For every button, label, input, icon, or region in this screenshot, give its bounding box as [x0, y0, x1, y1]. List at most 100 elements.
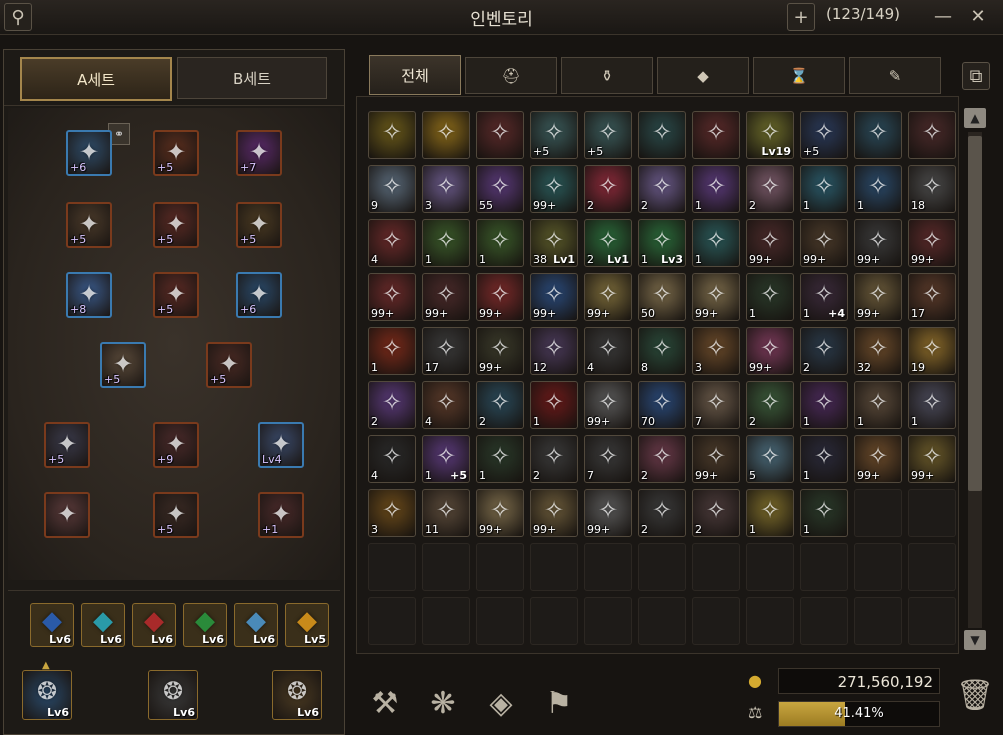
inventory-item[interactable]: ✧ 1 Lv3 [638, 219, 686, 267]
inventory-item[interactable]: ✧ 50 [638, 273, 686, 321]
equip-slot-ring-left[interactable]: ✦ +5 [153, 492, 199, 538]
inventory-item[interactable]: ✧ 2 [692, 489, 740, 537]
inventory-item[interactable]: ✧ 1 [800, 435, 848, 483]
tab-time[interactable]: ⌛ [753, 57, 845, 94]
inventory-item[interactable]: ✧ 3 [422, 165, 470, 213]
equip-slot-weapon[interactable]: ✦ +5 [66, 202, 112, 248]
tab-equipment[interactable]: ⛑ [465, 57, 557, 94]
inventory-item[interactable]: ✧ 2 [638, 489, 686, 537]
inventory-item[interactable]: ✧ 18 [908, 165, 956, 213]
inventory-item[interactable]: ✧ 99+ [908, 219, 956, 267]
gem-slot-aquamarine[interactable]: ◆ Lv6 [81, 603, 125, 647]
scroll-thumb[interactable] [968, 136, 982, 491]
inventory-item[interactable]: ✧ 4 [368, 219, 416, 267]
equip-slot-pants[interactable]: ✦ +5 [153, 272, 199, 318]
inventory-item[interactable]: ✧ +5 [584, 111, 632, 159]
inventory-item[interactable]: ✧ 1 [800, 489, 848, 537]
inventory-item[interactable]: ✧ 7 [692, 381, 740, 429]
inventory-item[interactable]: ✧ 1 [368, 327, 416, 375]
tab-misc[interactable]: ✎ [849, 57, 941, 94]
inventory-item[interactable]: ✧ 99+ [476, 327, 524, 375]
inventory-item[interactable]: ✧ 17 [422, 327, 470, 375]
inventory-item[interactable]: ✧ 99+ [854, 219, 902, 267]
dismantle-icon[interactable]: ❋ [420, 680, 466, 726]
inventory-item[interactable]: ✧ 99+ [854, 435, 902, 483]
inventory-item[interactable]: ✧ 1 [854, 165, 902, 213]
artifact-slot-chain[interactable]: ❂ Lv6 [22, 670, 72, 720]
craft-icon[interactable]: ◈ [478, 680, 524, 726]
inventory-item[interactable]: ✧ 99+ [422, 273, 470, 321]
gem-slot-sapphire[interactable]: ◆ Lv6 [30, 603, 74, 647]
inventory-item[interactable]: ✧ 99+ [476, 273, 524, 321]
inventory-item[interactable]: ✧ 1 +4 [800, 273, 848, 321]
equip-slot-necklace[interactable]: ✦ +5 [44, 422, 90, 468]
inventory-item[interactable]: ✧ [368, 111, 416, 159]
plus-icon[interactable]: + [787, 3, 815, 31]
inventory-item[interactable]: ✧ 99+ [800, 219, 848, 267]
inventory-item[interactable]: ✧ 99+ [530, 165, 578, 213]
close-icon[interactable]: ✕ [965, 3, 991, 29]
inventory-item[interactable]: ✧ 1 [854, 381, 902, 429]
inventory-item[interactable]: ✧ 99+ [530, 489, 578, 537]
inventory-item[interactable]: ✧ 12 [530, 327, 578, 375]
gem-slot-topaz[interactable]: ◆ Lv5 [285, 603, 329, 647]
inventory-item[interactable]: ✧ 4 [368, 435, 416, 483]
equip-slot-boots[interactable]: ✦ +6 [236, 272, 282, 318]
scroll-down-icon[interactable]: ▼ [964, 630, 986, 650]
equip-slot-earring[interactable]: ✦ +9 [153, 422, 199, 468]
inventory-item[interactable]: ✧ 1 [746, 489, 794, 537]
inventory-item[interactable]: ✧ 2 [638, 435, 686, 483]
inventory-item[interactable]: ✧ 4 [584, 327, 632, 375]
artifact-slot-bell[interactable]: ❂ Lv6 [148, 670, 198, 720]
equip-slot-belt[interactable]: ✦ +5 [100, 342, 146, 388]
inventory-item[interactable]: ✧ 4 [422, 381, 470, 429]
inventory-item[interactable]: ✧ Lv19 [746, 111, 794, 159]
inventory-item[interactable]: ✧ +5 [800, 111, 848, 159]
inventory-item[interactable]: ✧ [854, 111, 902, 159]
inventory-item[interactable]: ✧ 1 [800, 165, 848, 213]
equip-slot-relic[interactable]: ✦ +5 [206, 342, 252, 388]
inventory-item[interactable]: ✧ 1 [800, 381, 848, 429]
inventory-item[interactable]: ✧ [422, 111, 470, 159]
inventory-item[interactable]: ✧ 19 [908, 327, 956, 375]
tab-material[interactable]: ◆ [657, 57, 749, 94]
equip-slot-bracelet[interactable]: ✦ Lv4 [258, 422, 304, 468]
inventory-item[interactable]: ✧ 2 [584, 165, 632, 213]
inventory-item[interactable]: ✧ 11 [422, 489, 470, 537]
inventory-item[interactable]: ✧ 99+ [692, 273, 740, 321]
inventory-item[interactable]: ✧ [476, 111, 524, 159]
inventory-item[interactable]: ✧ 2 [530, 435, 578, 483]
inventory-item[interactable]: ✧ 55 [476, 165, 524, 213]
gem-slot-opal[interactable]: ◆ Lv6 [234, 603, 278, 647]
equip-slot-gloves[interactable]: ✦ +5 [236, 202, 282, 248]
inventory-item[interactable]: ✧ 2 [800, 327, 848, 375]
storage-icon[interactable]: ⚑ [536, 680, 582, 726]
inventory-item[interactable]: ✧ 99+ [530, 273, 578, 321]
inventory-item[interactable]: ✧ [692, 111, 740, 159]
equip-slot-ring-wing[interactable]: ✦ [44, 492, 90, 538]
inventory-item[interactable]: ✧ 1 [530, 381, 578, 429]
tab-set-b[interactable]: B세트 [177, 57, 327, 99]
inventory-item[interactable]: ✧ 99+ [746, 327, 794, 375]
inventory-item[interactable]: ✧ 1 [476, 219, 524, 267]
inventory-item[interactable]: ✧ 99+ [584, 489, 632, 537]
inventory-item[interactable]: ✧ 99+ [584, 273, 632, 321]
inventory-item[interactable]: ✧ 1 [692, 219, 740, 267]
minimize-icon[interactable]: — [930, 3, 956, 29]
anvil-icon[interactable]: ⚒ [362, 680, 408, 726]
inventory-item[interactable]: ✧ 3 [692, 327, 740, 375]
inventory-item[interactable]: ✧ 1 [908, 381, 956, 429]
equip-slot-helmet[interactable]: ✦ +6 [66, 130, 112, 176]
inventory-item[interactable]: ✧ 38 Lv1 [530, 219, 578, 267]
inventory-item[interactable]: ✧ 99+ [908, 435, 956, 483]
tab-potion[interactable]: ⚱ [561, 57, 653, 94]
equip-slot-cloak[interactable]: ✦ +8 [66, 272, 112, 318]
inventory-item[interactable]: ✧ 99+ [692, 435, 740, 483]
inventory-item[interactable]: ✧ 8 [638, 327, 686, 375]
inventory-item[interactable]: ✧ 2 [476, 381, 524, 429]
tab-all[interactable]: 전체 [369, 55, 461, 95]
inventory-item[interactable]: ✧ 99+ [746, 219, 794, 267]
inventory-item[interactable]: ✧ 99+ [584, 381, 632, 429]
artifact-slot-amulet[interactable]: ❂ Lv6 [272, 670, 322, 720]
inventory-item[interactable]: ✧ 1 [422, 219, 470, 267]
